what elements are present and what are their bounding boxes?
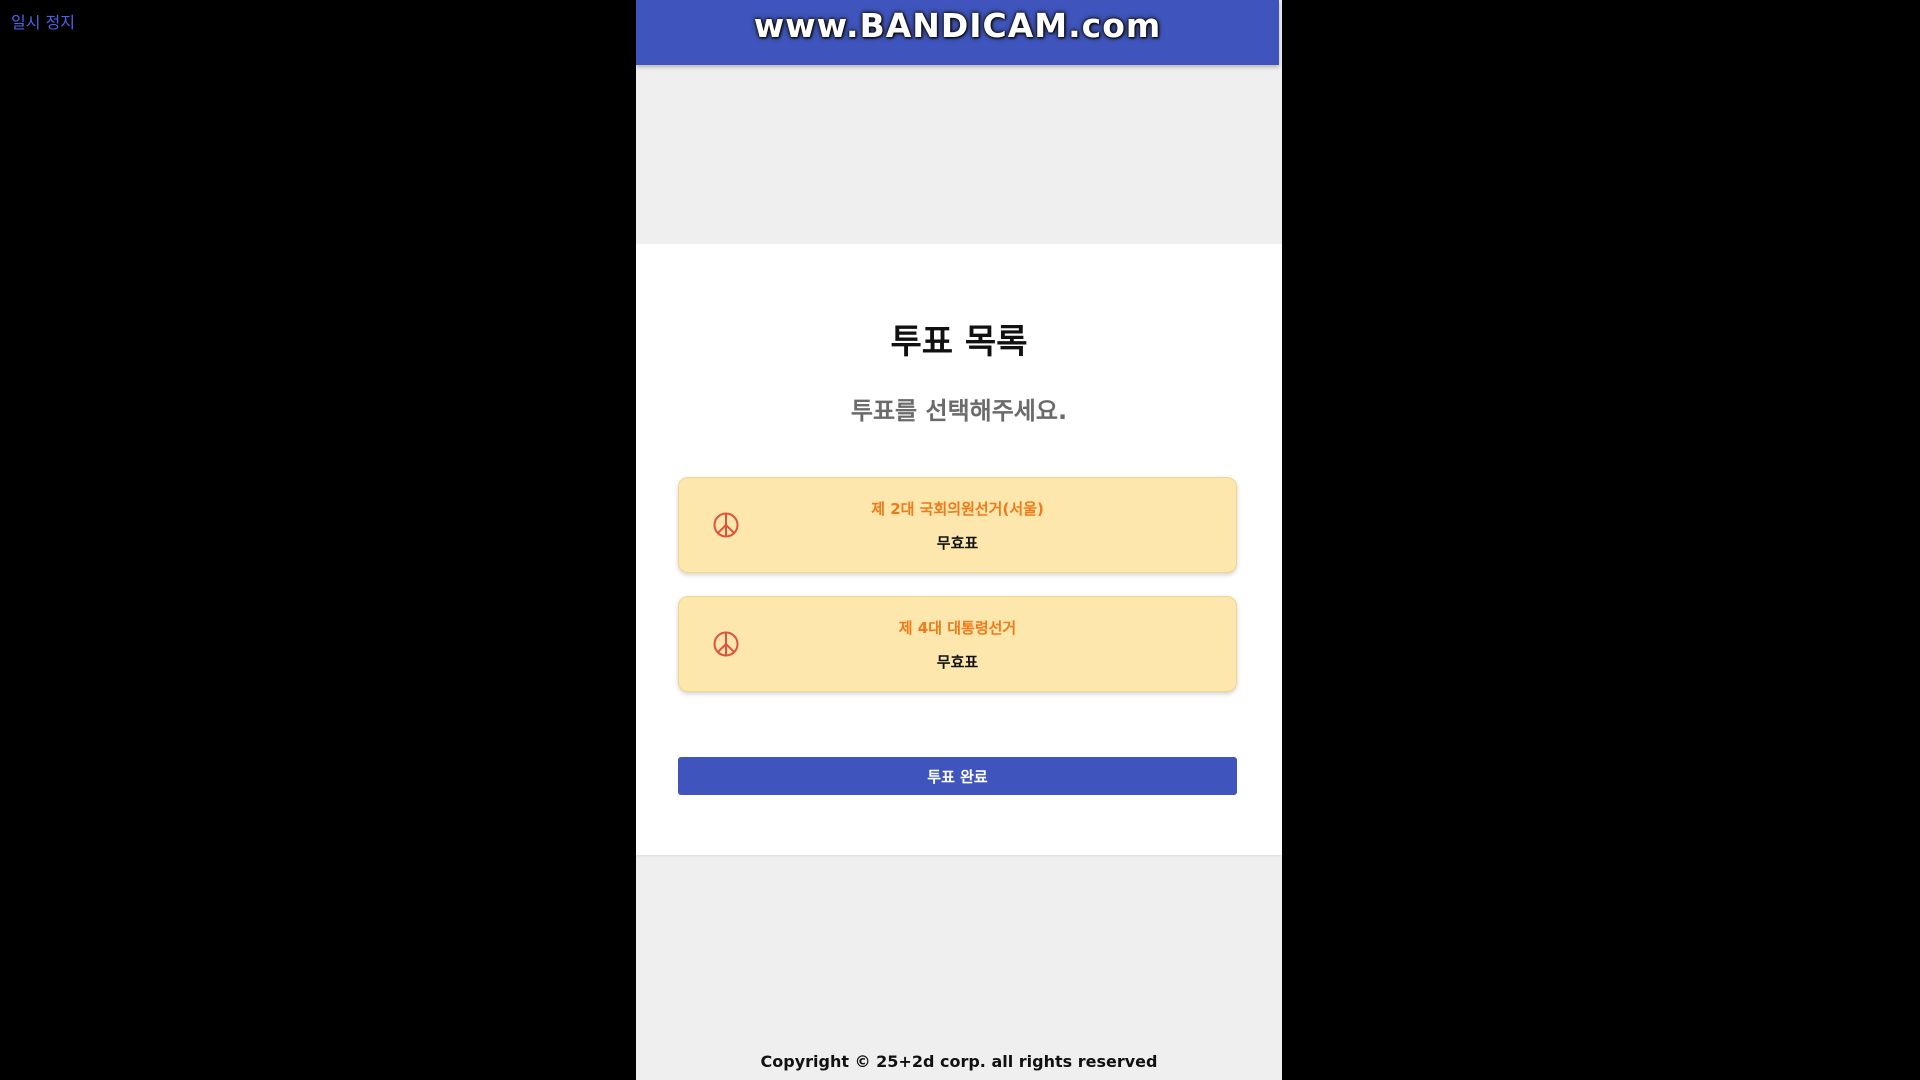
- top-app-bar: www.BANDICAM.com: [636, 0, 1279, 65]
- screen: 일시 정지 www.BANDICAM.com 투표 목록 투표를 선택해주세요.…: [0, 0, 1920, 1080]
- vote-name: 제 4대 대통령선거: [898, 619, 1017, 637]
- recorder-watermark: www.BANDICAM.com: [753, 6, 1162, 45]
- vote-status: 무효표: [936, 653, 979, 671]
- vote-name: 제 2대 국회의원선거(서울): [871, 500, 1044, 518]
- vote-list-card: 투표 목록 투표를 선택해주세요. 제 2대 국회의원선거(서울) 무효표 제 …: [636, 244, 1282, 855]
- vote-complete-button[interactable]: 투표 완료: [678, 757, 1237, 795]
- footer-copyright: Copyright © 25+2d corp. all rights reser…: [760, 1052, 1158, 1071]
- page-subtitle: 투표를 선택해주세요.: [850, 397, 1068, 425]
- vote-item-2[interactable]: 제 4대 대통령선거 무효표: [678, 596, 1237, 692]
- vote-item-1[interactable]: 제 2대 국회의원선거(서울) 무효표: [678, 477, 1237, 573]
- vote-status: 무효표: [936, 534, 979, 552]
- app-viewport: www.BANDICAM.com 투표 목록 투표를 선택해주세요. 제 2대 …: [636, 0, 1282, 1080]
- page-title: 투표 목록: [890, 322, 1028, 362]
- pause-button[interactable]: 일시 정지: [11, 12, 75, 34]
